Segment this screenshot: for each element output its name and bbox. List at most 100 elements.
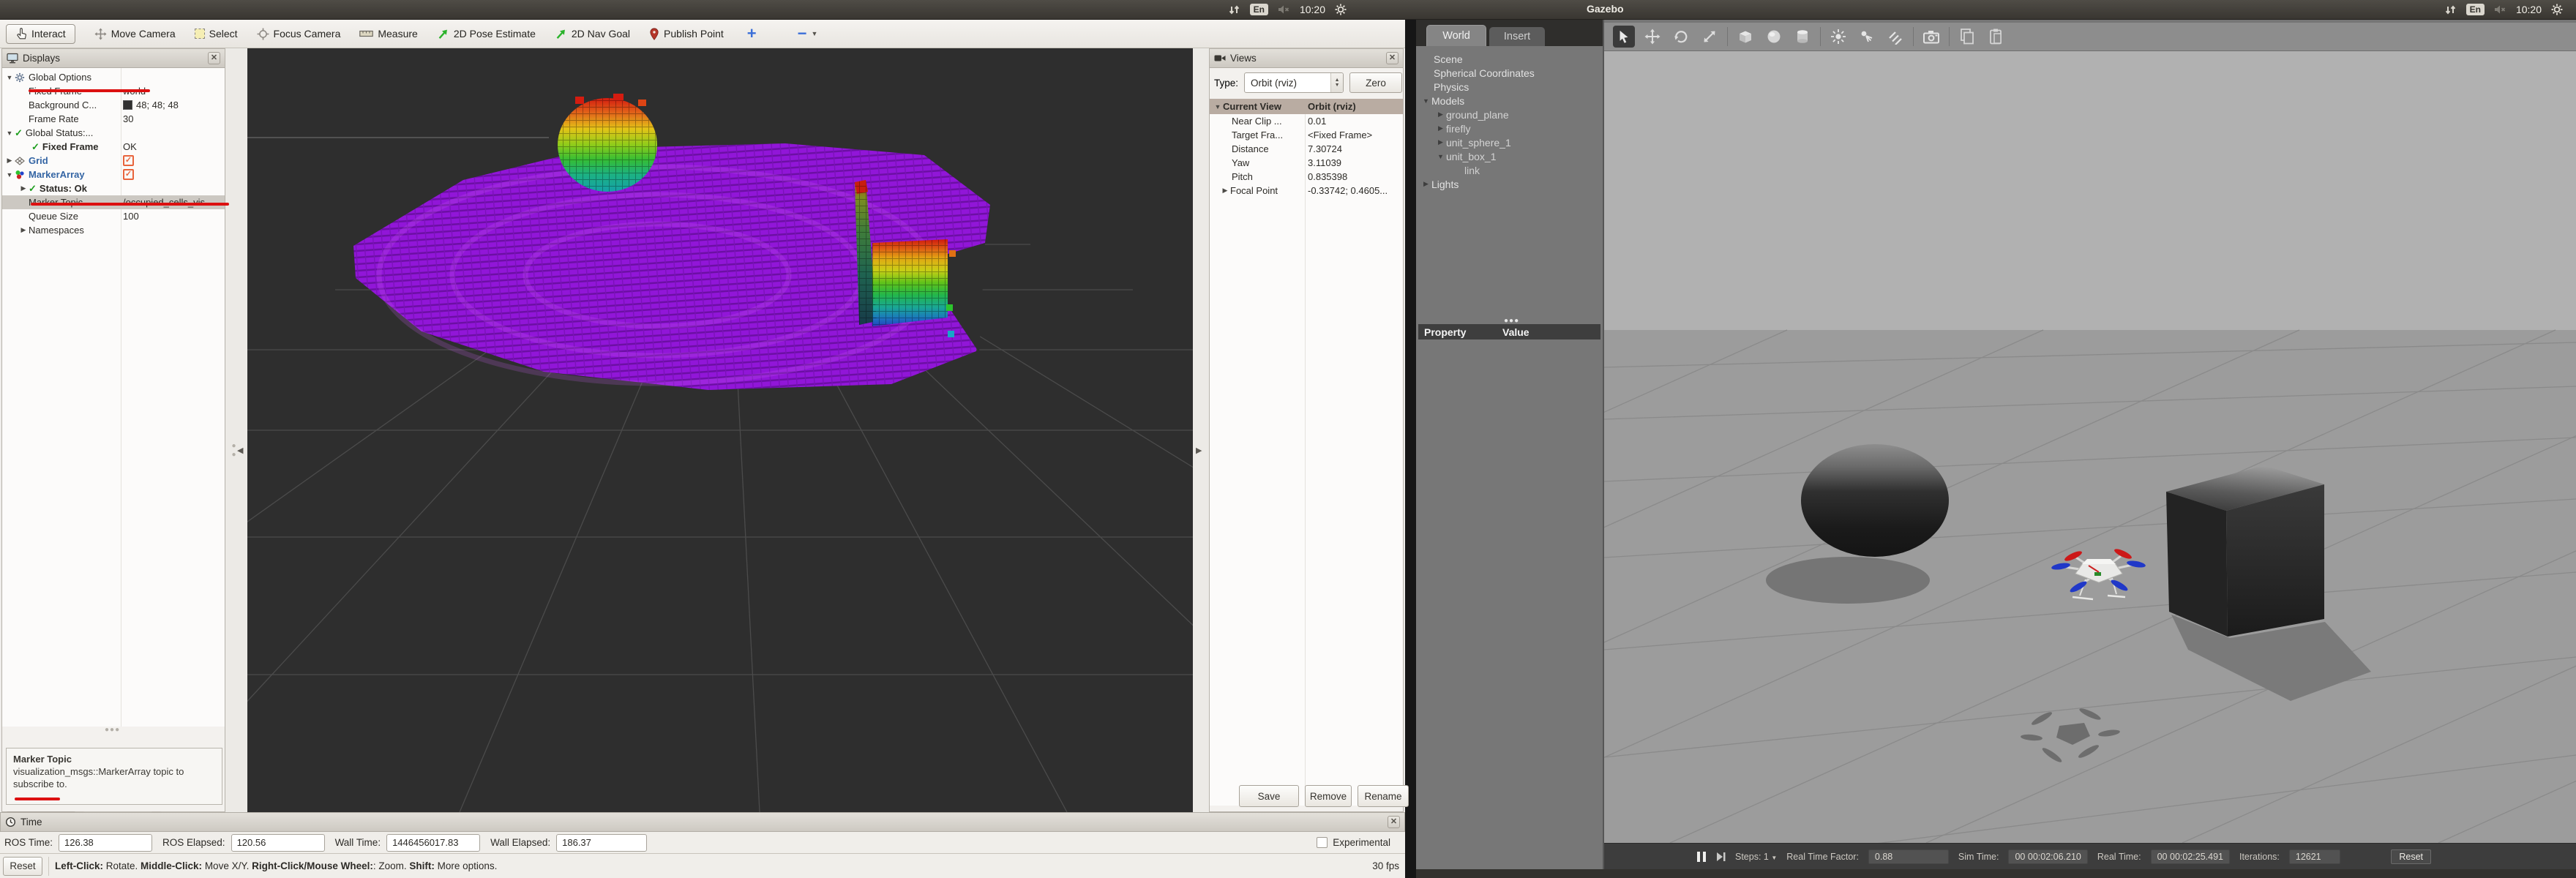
- clock[interactable]: 10:20: [2516, 4, 2542, 15]
- dock-splitter-left[interactable]: ●● ◀: [225, 48, 247, 812]
- system-tray-right[interactable]: En 10:20: [2444, 0, 2563, 19]
- tree-item-spherical-coordinates[interactable]: Spherical Coordinates: [1416, 66, 1603, 80]
- wall-time-field[interactable]: 1446456017.83: [386, 833, 481, 852]
- gazebo-3d-viewport[interactable]: [645, 51, 2576, 878]
- tab-insert[interactable]: Insert: [1489, 27, 1545, 46]
- tree-item-models[interactable]: ▼ Models: [1416, 94, 1603, 108]
- gazebo-reset-button[interactable]: Reset: [2391, 849, 2431, 864]
- row-current-view[interactable]: ▼ Current View Orbit (rviz): [1210, 99, 1403, 114]
- keyboard-layout-badge[interactable]: En: [2465, 4, 2485, 15]
- nav-goal-tool[interactable]: 2D Nav Goal: [555, 28, 630, 40]
- publish-point-tool[interactable]: Publish Point: [649, 27, 724, 40]
- paste-tool[interactable]: [1985, 26, 2007, 48]
- tab-world[interactable]: World: [1426, 25, 1486, 46]
- clock[interactable]: 10:20: [1300, 4, 1325, 15]
- insert-sphere-tool[interactable]: [1763, 26, 1785, 48]
- translate-mode-tool[interactable]: [1641, 26, 1663, 48]
- tree-item-unit-box[interactable]: ▼ unit_box_1: [1416, 149, 1603, 163]
- screenshot-tool[interactable]: [1920, 26, 1942, 48]
- scale-mode-tool[interactable]: [1699, 26, 1721, 48]
- point-light-tool[interactable]: [1827, 26, 1849, 48]
- network-icon[interactable]: [1228, 4, 1240, 15]
- remove-tool-button[interactable]: − ▼: [798, 26, 818, 42]
- system-tray-left[interactable]: En 10:20: [1228, 0, 1347, 19]
- row-queue-size[interactable]: Queue Size 100: [2, 209, 225, 223]
- row-grid[interactable]: ▶ Grid ✓: [2, 154, 225, 168]
- row-namespaces[interactable]: ▶ Namespaces: [2, 223, 225, 237]
- steps-label[interactable]: Steps: 1 ▼: [1735, 852, 1777, 862]
- unit-sphere[interactable]: [1801, 444, 1949, 557]
- pose-estimate-tool[interactable]: 2D Pose Estimate: [437, 28, 536, 40]
- volume-muted-icon[interactable]: [1278, 4, 1290, 15]
- copy-tool[interactable]: [1956, 26, 1978, 48]
- reset-button[interactable]: Reset: [3, 856, 42, 876]
- row-distance[interactable]: Distance 7.30724: [1210, 142, 1403, 156]
- row-fixed-frame-status[interactable]: ✓ Fixed Frame OK: [2, 140, 225, 154]
- row-global-options[interactable]: ▼ Global Options: [2, 70, 225, 84]
- save-view-button[interactable]: Save: [1239, 785, 1299, 807]
- tree-item-lights[interactable]: ▶ Lights: [1416, 177, 1603, 191]
- close-icon[interactable]: ✕: [208, 52, 220, 64]
- interact-tool[interactable]: Interact: [6, 23, 75, 44]
- row-background-color[interactable]: Background C... 48; 48; 48: [2, 98, 225, 112]
- row-frame-rate[interactable]: Frame Rate 30: [2, 112, 225, 126]
- dock-splitter-right[interactable]: ▶: [1193, 48, 1209, 812]
- enabled-checkbox[interactable]: ✓: [123, 169, 134, 180]
- rviz-3d-viewport[interactable]: [0, 48, 1756, 813]
- select-tool[interactable]: Select: [194, 28, 238, 40]
- enabled-checkbox[interactable]: ✓: [123, 155, 134, 166]
- spinner-icon[interactable]: ▲ ▼: [1330, 73, 1344, 92]
- ros-time-field[interactable]: 126.38: [59, 833, 153, 852]
- pause-icon[interactable]: [1696, 851, 1707, 863]
- insert-box-tool[interactable]: [1734, 26, 1756, 48]
- directional-light-tool[interactable]: [1884, 26, 1906, 48]
- tree-item-link[interactable]: link: [1416, 163, 1603, 177]
- value-column-header[interactable]: Value: [1502, 326, 1530, 338]
- volume-muted-icon[interactable]: [2494, 4, 2506, 15]
- tree-item-physics[interactable]: Physics: [1416, 80, 1603, 94]
- network-icon[interactable]: [2444, 4, 2457, 15]
- tree-item-firefly[interactable]: ▶ firefly: [1416, 121, 1603, 135]
- spot-light-tool[interactable]: [1856, 26, 1878, 48]
- zero-button[interactable]: Zero: [1349, 72, 1403, 93]
- row-marker-array[interactable]: ▼ MarkerArray ✓: [2, 168, 225, 181]
- focus-camera-tool[interactable]: Focus Camera: [257, 28, 340, 40]
- row-yaw[interactable]: Yaw 3.11039: [1210, 156, 1403, 170]
- collapse-left-icon[interactable]: ◀: [237, 446, 243, 455]
- color-swatch: [123, 100, 132, 110]
- session-gear-icon[interactable]: [2551, 4, 2563, 15]
- row-global-status[interactable]: ▼ ✓ Global Status:...: [2, 126, 225, 140]
- add-tool-button[interactable]: +: [747, 26, 757, 42]
- tree-item-ground-plane[interactable]: ▶ ground_plane: [1416, 108, 1603, 121]
- close-icon[interactable]: ✕: [1388, 816, 1400, 828]
- insert-cylinder-tool[interactable]: [1791, 26, 1813, 48]
- rename-view-button[interactable]: Rename: [1358, 785, 1409, 807]
- row-near-clip[interactable]: Near Clip ... 0.01: [1210, 114, 1403, 128]
- wall-elapsed-field[interactable]: 186.37: [556, 833, 648, 852]
- ros-elapsed-field[interactable]: 120.56: [231, 833, 325, 852]
- step-icon[interactable]: [1716, 852, 1726, 862]
- row-focal-point[interactable]: ▶ Focal Point -0.33742; 0.4605...: [1210, 184, 1403, 198]
- remove-view-button[interactable]: Remove: [1305, 785, 1352, 807]
- row-pitch[interactable]: Pitch 0.835398: [1210, 170, 1403, 184]
- session-gear-icon[interactable]: [1335, 4, 1347, 15]
- displays-panel-header[interactable]: Displays ✕: [2, 49, 225, 68]
- close-icon[interactable]: ✕: [1386, 52, 1399, 64]
- view-type-select[interactable]: Orbit (rviz) ▲ ▼: [1244, 72, 1344, 93]
- move-camera-tool[interactable]: Move Camera: [94, 28, 176, 40]
- views-panel-header[interactable]: Views ✕: [1210, 49, 1403, 68]
- column-divider[interactable]: [1305, 99, 1306, 806]
- measure-tool[interactable]: Measure: [359, 28, 418, 40]
- property-column-header[interactable]: Property: [1418, 326, 1502, 338]
- row-target-frame[interactable]: Target Fra... <Fixed Frame>: [1210, 128, 1403, 142]
- rotate-mode-tool[interactable]: [1670, 26, 1692, 48]
- collapse-right-icon[interactable]: ▶: [1196, 446, 1202, 455]
- panel-resize-handle[interactable]: ●●●: [105, 726, 120, 734]
- select-mode-tool[interactable]: [1613, 26, 1635, 48]
- time-panel-header[interactable]: Time ✕: [0, 812, 1405, 832]
- tree-item-unit-sphere[interactable]: ▶ unit_sphere_1: [1416, 135, 1603, 149]
- row-status-ok[interactable]: ▶ ✓ Status: Ok: [2, 181, 225, 195]
- keyboard-layout-badge[interactable]: En: [1249, 4, 1268, 15]
- tree-item-scene[interactable]: Scene: [1416, 52, 1603, 66]
- experimental-checkbox[interactable]: [1317, 837, 1328, 848]
